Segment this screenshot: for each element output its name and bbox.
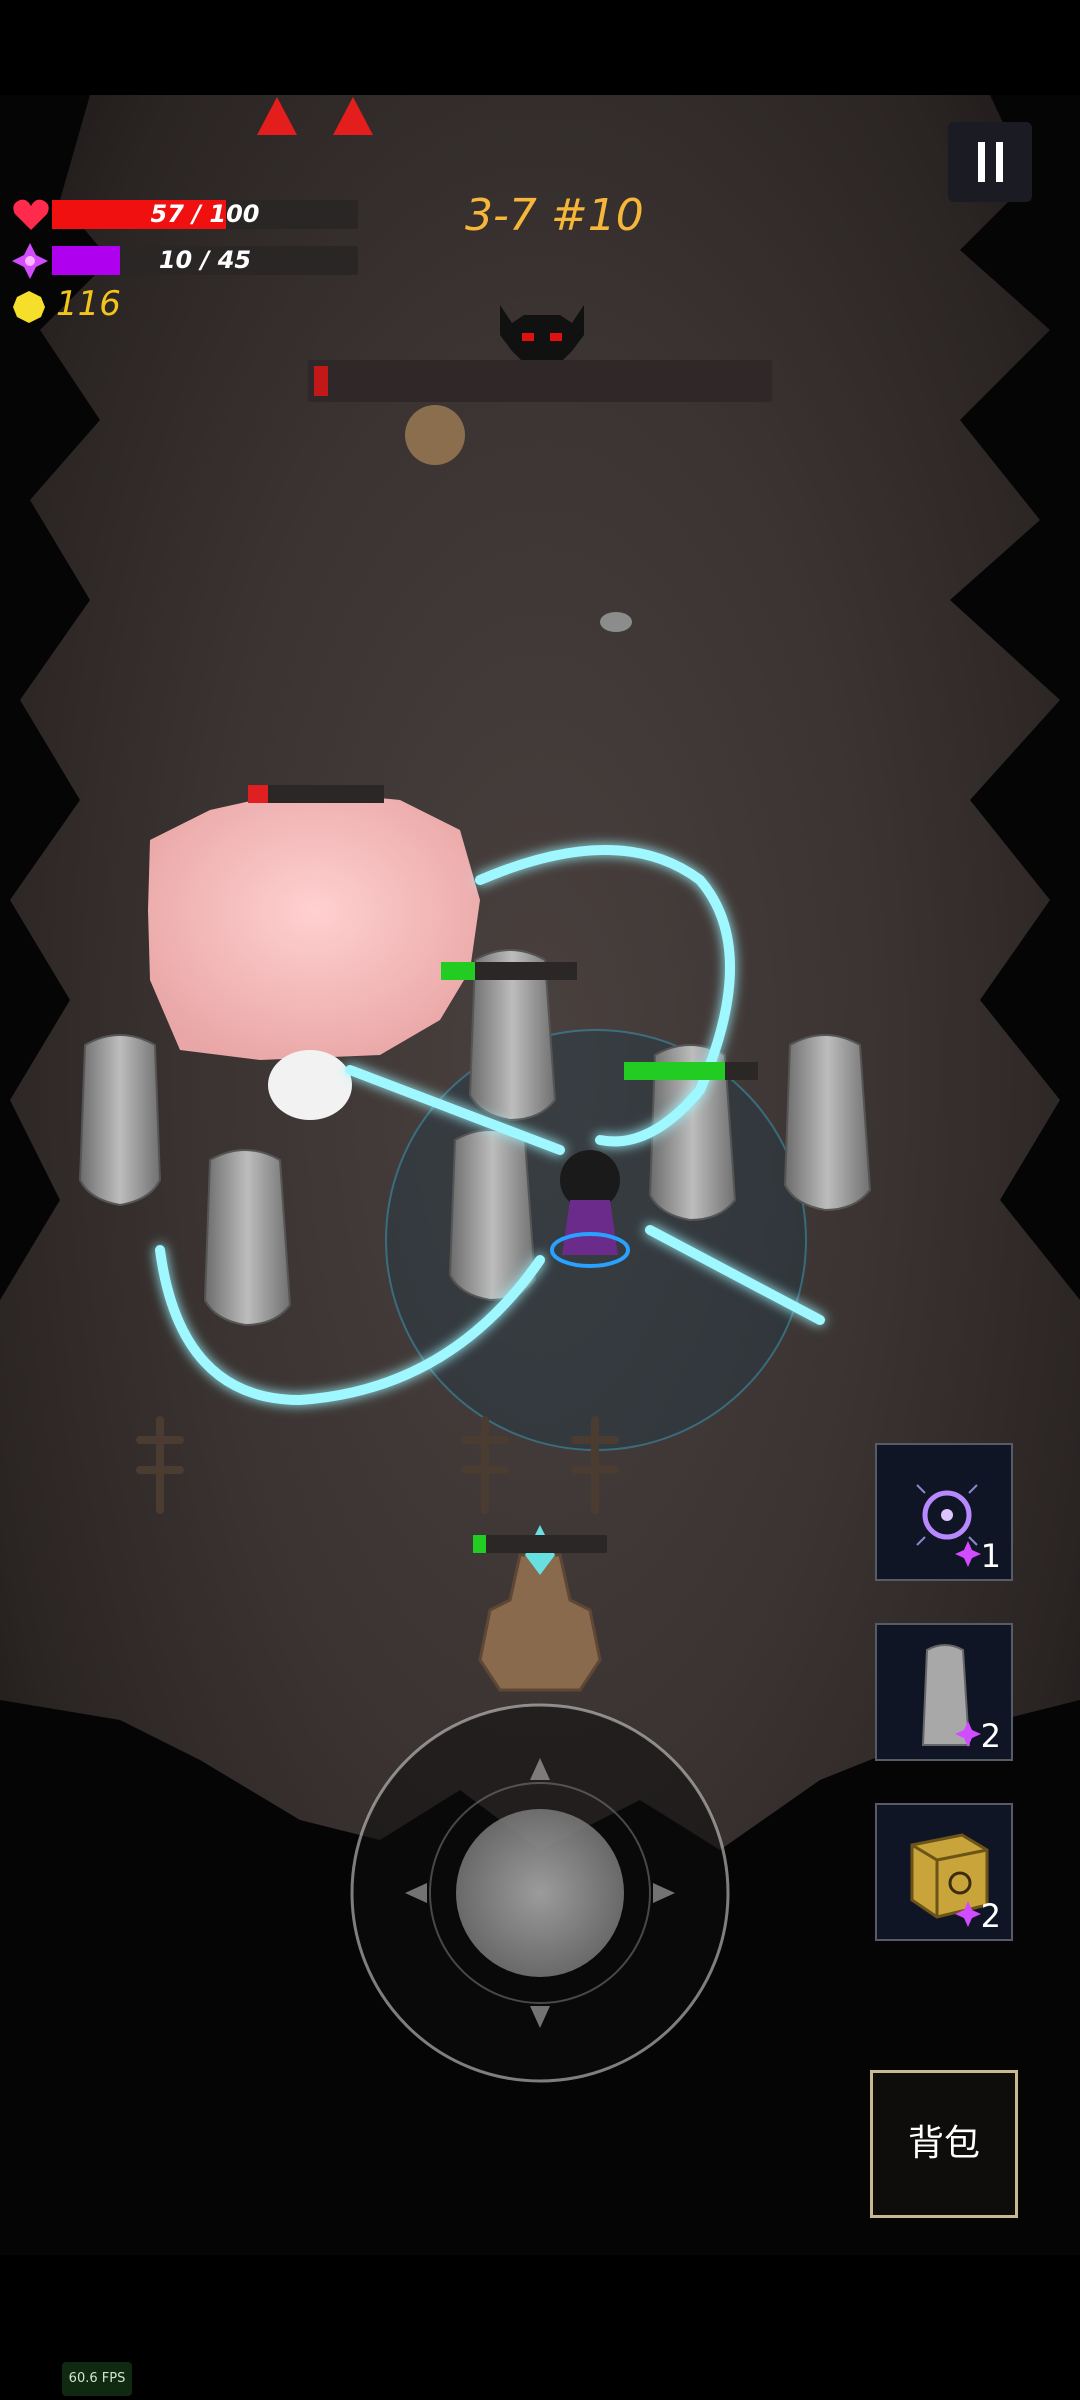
bag-button[interactable]: 背包: [870, 2070, 1018, 2218]
fps-counter: 60.6 FPS: [62, 2362, 132, 2396]
mana-gem-icon: [12, 243, 48, 279]
boss-hp-bar: [308, 360, 772, 402]
offscreen-indicator-1: [257, 97, 297, 135]
offscreen-enemy-indicators: [257, 97, 373, 135]
enemy-hp-fill: [473, 1535, 487, 1553]
enemy-hp-bar-blob: [248, 785, 384, 803]
skill-card-statue[interactable]: 2: [875, 1623, 1013, 1761]
enemy-hp-fill: [624, 1062, 725, 1080]
enemy-hp-fill: [441, 962, 475, 980]
hp-bar: 57 / 100: [52, 200, 358, 229]
skill-cost: 2: [980, 1717, 1001, 1755]
stage-indicator: 3-7 #10: [465, 190, 644, 241]
enemy-hp-bar-totem: [473, 1535, 607, 1553]
skill-card-vortex[interactable]: 1: [875, 1443, 1013, 1581]
pause-icon: [978, 142, 1003, 182]
mana-bar: 10 / 45: [52, 246, 358, 275]
mana-text: 10 / 45: [158, 246, 252, 274]
heart-icon: [13, 199, 49, 230]
mana-gem-icon: [955, 1901, 981, 1927]
pause-button[interactable]: [948, 122, 1032, 202]
offscreen-indicator-2: [333, 97, 373, 135]
skill-cost: 1: [980, 1537, 1001, 1575]
gold-count: 116: [56, 284, 121, 324]
boss-skull-icon: [500, 305, 584, 363]
enemy-hp-bar-statue: [441, 962, 577, 980]
enemy-hp-fill: [248, 785, 269, 803]
hp-text: 57 / 100: [150, 200, 260, 228]
skill-card-cube[interactable]: 2: [875, 1803, 1013, 1941]
skill-cost: 2: [980, 1897, 1001, 1935]
joystick[interactable]: [350, 1703, 730, 2083]
boss-hp-fill: [314, 366, 328, 396]
enemy-hp-bar-statue: [624, 1062, 758, 1080]
mana-gem-icon: [955, 1541, 981, 1567]
mana-gem-icon: [955, 1721, 981, 1747]
gold-coin-icon: [13, 291, 45, 323]
